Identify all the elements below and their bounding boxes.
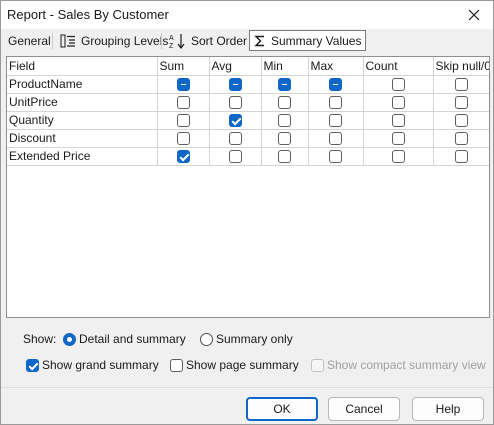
min-checkbox[interactable] [278, 78, 291, 92]
show-page-summary-box [170, 358, 183, 372]
avg-checkbox[interactable] [228, 96, 242, 110]
count-checkbox[interactable] [391, 132, 405, 146]
min-checkbox[interactable] [278, 150, 291, 164]
max-checkbox[interactable] [329, 132, 342, 146]
column-header-max: Max [308, 57, 364, 76]
column-header-skip-null: Skip null/0 [433, 57, 489, 76]
svg-text:A: A [169, 35, 174, 42]
field-name: Quantity [7, 111, 158, 130]
max-checkbox[interactable] [329, 114, 342, 128]
sum-checkbox[interactable] [176, 132, 190, 146]
summary-only-label: Summary only [216, 332, 293, 346]
count-checkbox[interactable] [391, 96, 405, 110]
tab-divider [161, 33, 162, 49]
table-row: Discount [7, 129, 489, 148]
field-name: Discount [7, 129, 158, 148]
cancel-button[interactable]: Cancel [328, 397, 400, 421]
detail-and-summary-radio[interactable]: Detail and summary [63, 331, 186, 347]
title-bar: Report - Sales By Customer [1, 1, 493, 29]
max-checkbox[interactable] [329, 96, 342, 110]
show-compact-summary-box [311, 358, 324, 372]
table-row: Extended Price [7, 147, 489, 166]
sort-order-icon: A Z [169, 33, 185, 49]
sum-checkbox[interactable] [176, 96, 190, 110]
tab-divider [52, 33, 53, 49]
avg-checkbox[interactable] [228, 78, 242, 92]
tab-general-label: General [8, 33, 51, 48]
table-row: Quantity [7, 111, 489, 130]
close-button[interactable] [461, 4, 487, 26]
show-compact-summary-checkbox[interactable]: Show compact summary view [311, 357, 486, 373]
grouping-levels-icon [60, 34, 75, 47]
column-header-field: Field [7, 57, 158, 76]
avg-checkbox[interactable] [228, 114, 242, 128]
detail-and-summary-radio-mark [63, 332, 76, 346]
min-checkbox[interactable] [278, 96, 291, 110]
table-row: UnitPrice [7, 93, 489, 112]
skip-null-checkbox[interactable] [454, 114, 468, 128]
show-grand-summary-box [26, 358, 39, 372]
field-name: ProductName [7, 75, 158, 94]
report-dialog: Report - Sales By Customer General Group… [0, 0, 494, 425]
close-icon [468, 9, 480, 21]
skip-null-checkbox[interactable] [454, 96, 468, 110]
min-checkbox[interactable] [278, 114, 291, 128]
show-page-summary-checkbox[interactable]: Show page summary [170, 357, 299, 373]
show-grand-summary-label: Show grand summary [42, 358, 159, 372]
column-header-sum: Sum [157, 57, 210, 76]
skip-null-checkbox[interactable] [454, 132, 468, 146]
summary-only-radio[interactable]: Summary only [200, 331, 293, 347]
min-checkbox[interactable] [278, 132, 291, 146]
tab-bar: General Grouping Levels A Z Sort Order S… [1, 29, 493, 52]
count-checkbox[interactable] [391, 150, 405, 164]
sum-checkbox[interactable] [176, 114, 190, 128]
tab-grouping-levels-label: Grouping Levels [81, 33, 169, 48]
skip-null-checkbox[interactable] [454, 150, 468, 164]
ok-button[interactable]: OK [246, 397, 318, 421]
avg-checkbox[interactable] [228, 150, 242, 164]
column-header-avg: Avg [209, 57, 262, 76]
max-checkbox[interactable] [329, 78, 342, 92]
show-label: Show: [23, 332, 57, 346]
grid-header-row: Field Sum Avg Min Max Count Skip null/0 [7, 57, 489, 76]
tab-sort-order[interactable]: A Z Sort Order [164, 30, 251, 51]
count-checkbox[interactable] [391, 78, 405, 92]
tab-general[interactable]: General [4, 30, 55, 51]
sum-checkbox[interactable] [176, 78, 190, 92]
show-compact-summary-label: Show compact summary view [327, 358, 486, 372]
count-checkbox[interactable] [391, 114, 405, 128]
skip-null-checkbox[interactable] [454, 78, 468, 92]
field-name: Extended Price [7, 147, 158, 166]
avg-checkbox[interactable] [228, 132, 242, 146]
tab-summary-values[interactable]: Summary Values [249, 30, 367, 51]
show-grand-summary-checkbox[interactable]: Show grand summary [26, 357, 159, 373]
summary-values-grid: Field Sum Avg Min Max Count Skip null/0 … [6, 56, 490, 318]
tab-grouping-levels[interactable]: Grouping Levels [56, 30, 172, 51]
show-page-summary-label: Show page summary [186, 358, 299, 372]
max-checkbox[interactable] [329, 150, 342, 164]
column-header-count: Count [363, 57, 434, 76]
detail-and-summary-label: Detail and summary [79, 332, 186, 346]
field-name: UnitPrice [7, 93, 158, 112]
table-row: ProductName [7, 75, 489, 94]
window-title: Report - Sales By Customer [7, 7, 169, 22]
svg-text:Z: Z [169, 43, 174, 49]
help-button[interactable]: Help [412, 397, 484, 421]
tab-summary-values-label: Summary Values [271, 33, 362, 48]
column-header-min: Min [261, 57, 309, 76]
sigma-icon [254, 35, 264, 46]
sum-checkbox[interactable] [176, 150, 190, 164]
summary-only-radio-mark [200, 332, 213, 346]
tab-sort-order-label: Sort Order [191, 33, 248, 48]
